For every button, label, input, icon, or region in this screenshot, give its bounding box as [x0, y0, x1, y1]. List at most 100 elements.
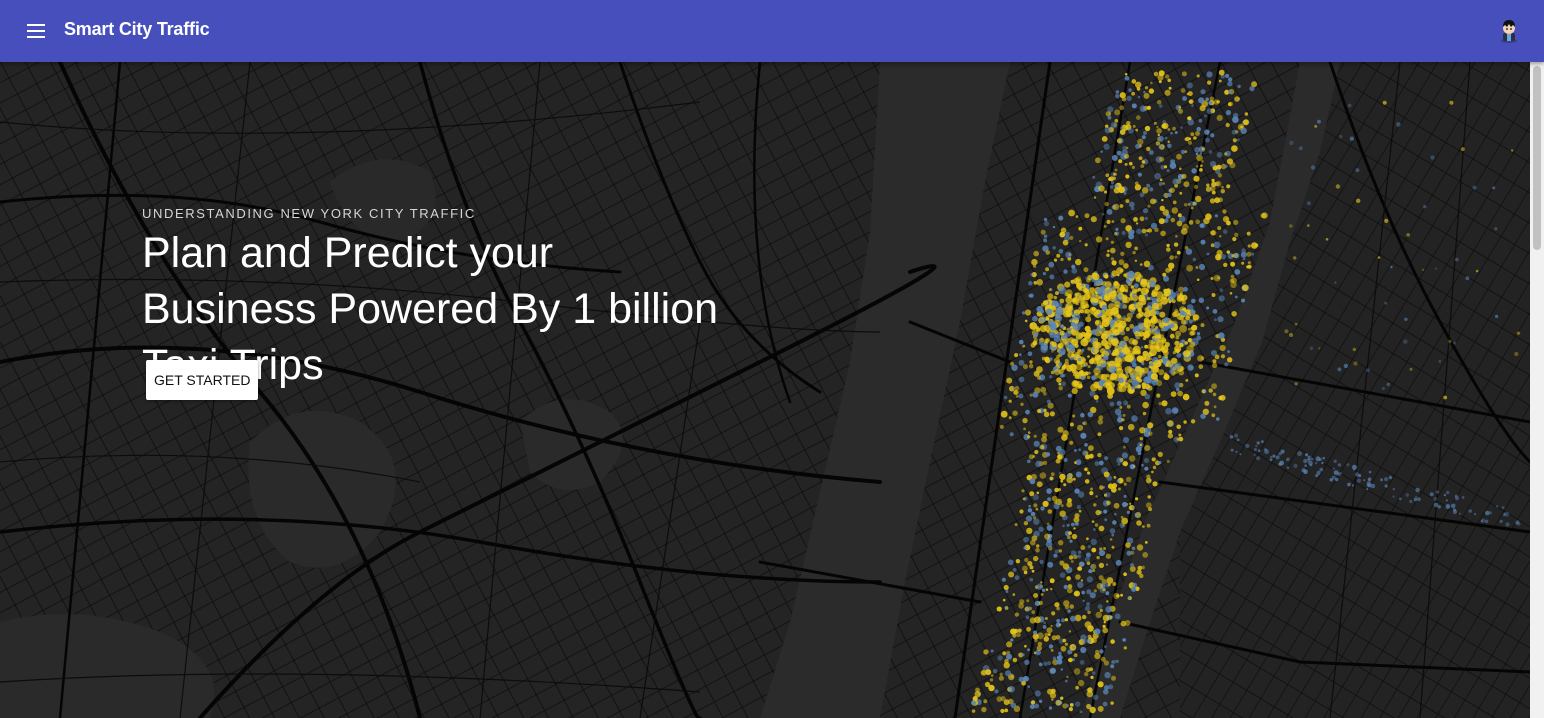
trip-point — [1222, 209, 1227, 214]
trip-point — [1461, 147, 1465, 151]
trip-point — [1183, 286, 1188, 292]
hamburger-menu-icon — [27, 24, 45, 38]
trip-point — [1069, 235, 1074, 240]
trip-point — [1127, 423, 1135, 431]
trip-point — [1058, 362, 1062, 367]
trip-point — [1120, 218, 1126, 224]
trip-point — [1096, 582, 1104, 590]
trip-point — [1239, 453, 1242, 456]
trip-point — [1176, 220, 1183, 227]
trip-point — [1472, 185, 1477, 190]
user-avatar-button[interactable] — [1496, 17, 1522, 43]
trip-point — [1125, 241, 1132, 249]
trip-point — [1014, 575, 1020, 581]
trip-point — [1093, 694, 1099, 700]
trip-point — [1141, 187, 1149, 194]
trip-point — [1200, 239, 1206, 245]
trip-point — [1123, 494, 1127, 498]
trip-point — [1104, 274, 1109, 279]
trip-point — [1139, 105, 1147, 112]
trip-point — [1516, 331, 1521, 335]
trip-point — [1249, 86, 1255, 92]
trip-point — [1109, 285, 1116, 292]
trip-point — [1176, 437, 1180, 441]
trip-point — [1109, 538, 1113, 541]
trip-point — [1145, 477, 1152, 484]
trip-point — [1161, 293, 1168, 300]
trip-point — [1180, 126, 1183, 129]
trip-point — [1143, 92, 1150, 99]
trip-point — [1094, 653, 1101, 660]
trip-point — [1133, 283, 1139, 289]
trip-point — [1496, 505, 1499, 508]
trip-point — [1198, 118, 1203, 123]
trip-point — [1012, 387, 1016, 390]
get-started-button[interactable]: GET STARTED — [146, 360, 259, 400]
trip-point — [1103, 143, 1110, 150]
trip-point — [1122, 296, 1130, 304]
trip-point — [1070, 615, 1076, 622]
trip-point — [1123, 317, 1128, 322]
trip-point — [1445, 504, 1451, 509]
trip-point — [1043, 234, 1048, 238]
trip-point — [1199, 167, 1203, 172]
trip-point — [1104, 201, 1109, 207]
trip-point — [1232, 138, 1237, 143]
trip-point — [1120, 593, 1123, 597]
trip-point — [1126, 404, 1131, 409]
trip-point — [1148, 88, 1155, 94]
trip-point — [1206, 306, 1210, 310]
trip-point — [1187, 116, 1192, 121]
trip-point — [1415, 487, 1420, 493]
trip-point — [1125, 327, 1130, 332]
trip-point — [1119, 105, 1125, 111]
trip-point — [1060, 373, 1064, 378]
trip-point — [1172, 200, 1177, 205]
trip-point — [1317, 119, 1321, 124]
trip-point — [1125, 199, 1130, 204]
trip-point — [1443, 493, 1447, 497]
menu-button[interactable] — [20, 16, 52, 46]
trip-point — [1303, 458, 1308, 464]
page-scrollbar[interactable] — [1530, 62, 1544, 718]
trip-point — [1069, 703, 1074, 707]
trip-point — [1045, 452, 1051, 457]
trip-point — [1073, 653, 1078, 658]
trip-point — [1045, 250, 1051, 255]
trip-point — [1149, 296, 1154, 300]
trip-point — [1131, 415, 1138, 422]
scrollbar-thumb[interactable] — [1533, 66, 1541, 250]
trip-point — [1234, 232, 1239, 237]
trip-point — [1047, 661, 1052, 666]
trip-point — [1046, 399, 1051, 404]
trip-point — [1126, 95, 1132, 102]
trip-point — [1102, 614, 1110, 622]
trip-point — [1163, 193, 1168, 198]
trip-point — [1111, 260, 1117, 266]
trip-point — [1055, 291, 1059, 296]
trip-point — [1046, 522, 1050, 526]
trip-point — [1415, 495, 1418, 498]
trip-point — [1443, 395, 1448, 400]
trip-point — [1079, 561, 1085, 567]
trip-point — [1098, 185, 1105, 192]
trip-point — [1035, 507, 1039, 511]
trip-point — [1049, 578, 1055, 584]
trip-point — [1081, 371, 1087, 377]
trip-point — [1118, 302, 1126, 309]
trip-point — [1140, 356, 1144, 360]
trip-point — [1474, 513, 1477, 516]
trip-point — [1146, 146, 1151, 152]
trip-point — [1211, 293, 1216, 297]
trip-point — [1149, 280, 1156, 288]
trip-point — [1131, 103, 1137, 109]
trip-point — [1005, 590, 1009, 593]
trip-point — [1048, 261, 1055, 268]
trip-point — [1144, 233, 1148, 237]
trip-point — [1067, 393, 1072, 398]
trip-point — [1055, 700, 1061, 706]
trip-point — [1077, 679, 1085, 687]
trip-point — [1448, 339, 1452, 344]
trip-point — [1226, 158, 1234, 165]
trip-point — [1091, 375, 1096, 381]
